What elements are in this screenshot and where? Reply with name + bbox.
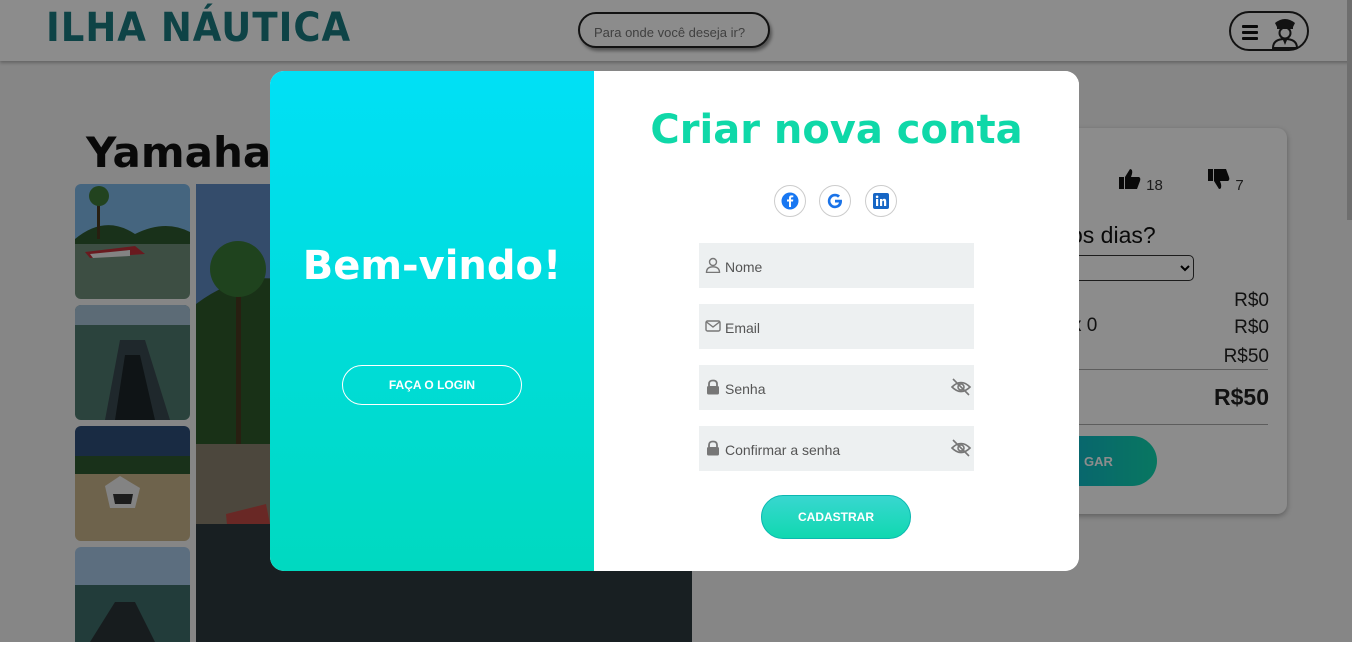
password-field[interactable] bbox=[699, 365, 974, 412]
signup-submit-button[interactable]: CADASTRAR bbox=[761, 495, 911, 539]
login-button[interactable]: FAÇA O LOGIN bbox=[342, 365, 522, 405]
linkedin-button[interactable] bbox=[865, 185, 897, 217]
facebook-button[interactable] bbox=[774, 185, 806, 217]
welcome-heading: Bem-vindo! bbox=[302, 243, 562, 289]
lock-icon bbox=[707, 379, 719, 395]
google-icon bbox=[827, 193, 842, 209]
user-icon bbox=[705, 257, 721, 273]
password-input[interactable] bbox=[723, 365, 947, 412]
signup-modal: Bem-vindo! FAÇA O LOGIN Criar nova conta bbox=[270, 71, 1079, 571]
envelope-icon bbox=[705, 320, 721, 332]
name-field[interactable] bbox=[699, 243, 974, 290]
facebook-icon bbox=[781, 192, 799, 210]
lock-icon bbox=[707, 440, 719, 456]
confirm-password-input[interactable] bbox=[723, 426, 947, 473]
email-field[interactable] bbox=[699, 304, 974, 351]
linkedin-icon bbox=[873, 193, 889, 209]
create-account-title: Criar nova conta bbox=[650, 107, 1023, 153]
email-input[interactable] bbox=[723, 304, 947, 351]
eye-slash-icon[interactable] bbox=[950, 378, 972, 396]
eye-slash-icon[interactable] bbox=[950, 439, 972, 457]
welcome-panel: Bem-vindo! FAÇA O LOGIN bbox=[270, 71, 594, 571]
name-input[interactable] bbox=[723, 243, 947, 290]
confirm-password-field[interactable] bbox=[699, 426, 974, 473]
signup-panel: Criar nova conta CADASTRAR bbox=[594, 71, 1079, 571]
google-button[interactable] bbox=[819, 185, 851, 217]
